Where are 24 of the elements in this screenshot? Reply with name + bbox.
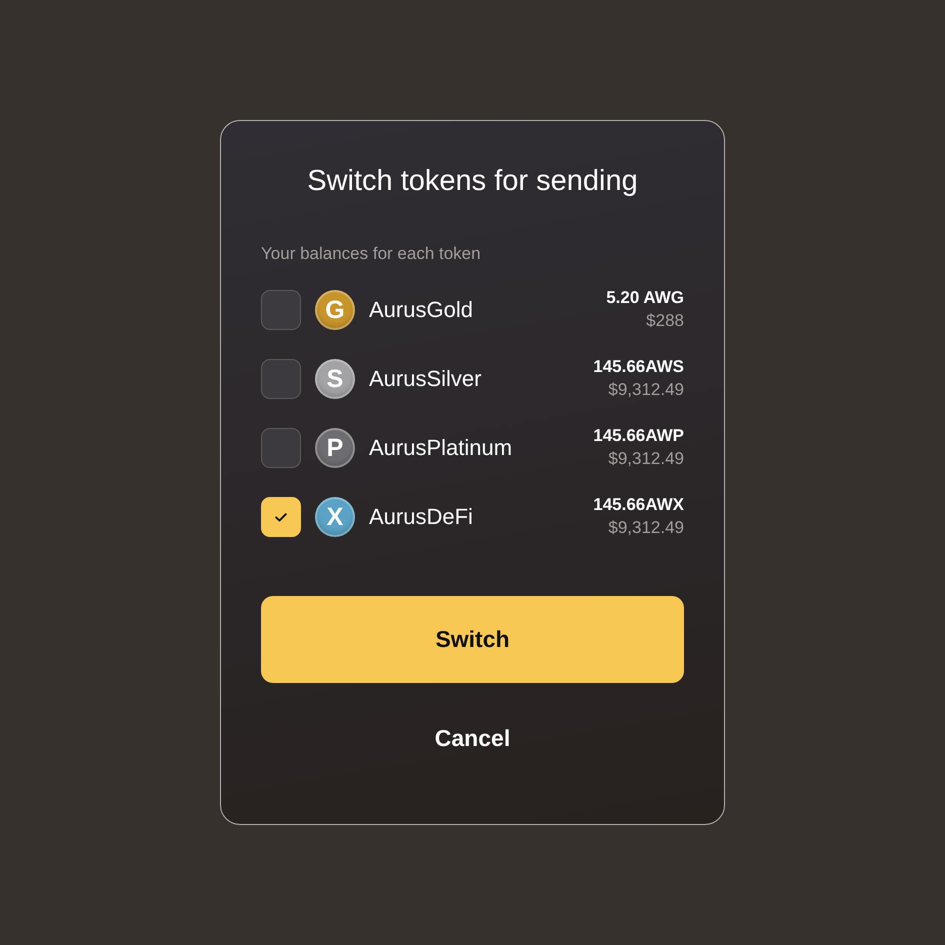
- token-logo: P: [315, 428, 355, 468]
- checkbox[interactable]: [261, 290, 301, 330]
- token-logo: S: [315, 359, 355, 399]
- balances-caption: Your balances for each token: [261, 243, 482, 265]
- token-amount: 5.20 AWG: [606, 287, 684, 309]
- fiat-value: $9,312.49: [608, 517, 684, 539]
- token-name: AurusPlatinum: [369, 434, 512, 462]
- token-logo: G: [315, 290, 355, 330]
- token-name: AurusSilver: [369, 365, 482, 393]
- token-name: AurusGold: [369, 296, 473, 324]
- cancel-button[interactable]: Cancel: [422, 715, 522, 762]
- switch-button[interactable]: Switch: [261, 596, 684, 683]
- token-amount: 145.66AWX: [593, 494, 684, 516]
- checkbox[interactable]: [261, 428, 301, 468]
- fiat-value: $288: [646, 310, 684, 332]
- fiat-value: $9,312.49: [608, 379, 684, 401]
- dialog-title: Switch tokens for sending: [306, 164, 639, 199]
- token-logo: X: [315, 497, 355, 537]
- checkmark-icon: [275, 512, 287, 522]
- token-amount: 145.66AWP: [593, 425, 684, 447]
- token-name: AurusDeFi: [369, 503, 473, 531]
- checkbox[interactable]: [261, 359, 301, 399]
- token-amount: 145.66AWS: [593, 356, 684, 378]
- fiat-value: $9,312.49: [608, 448, 684, 470]
